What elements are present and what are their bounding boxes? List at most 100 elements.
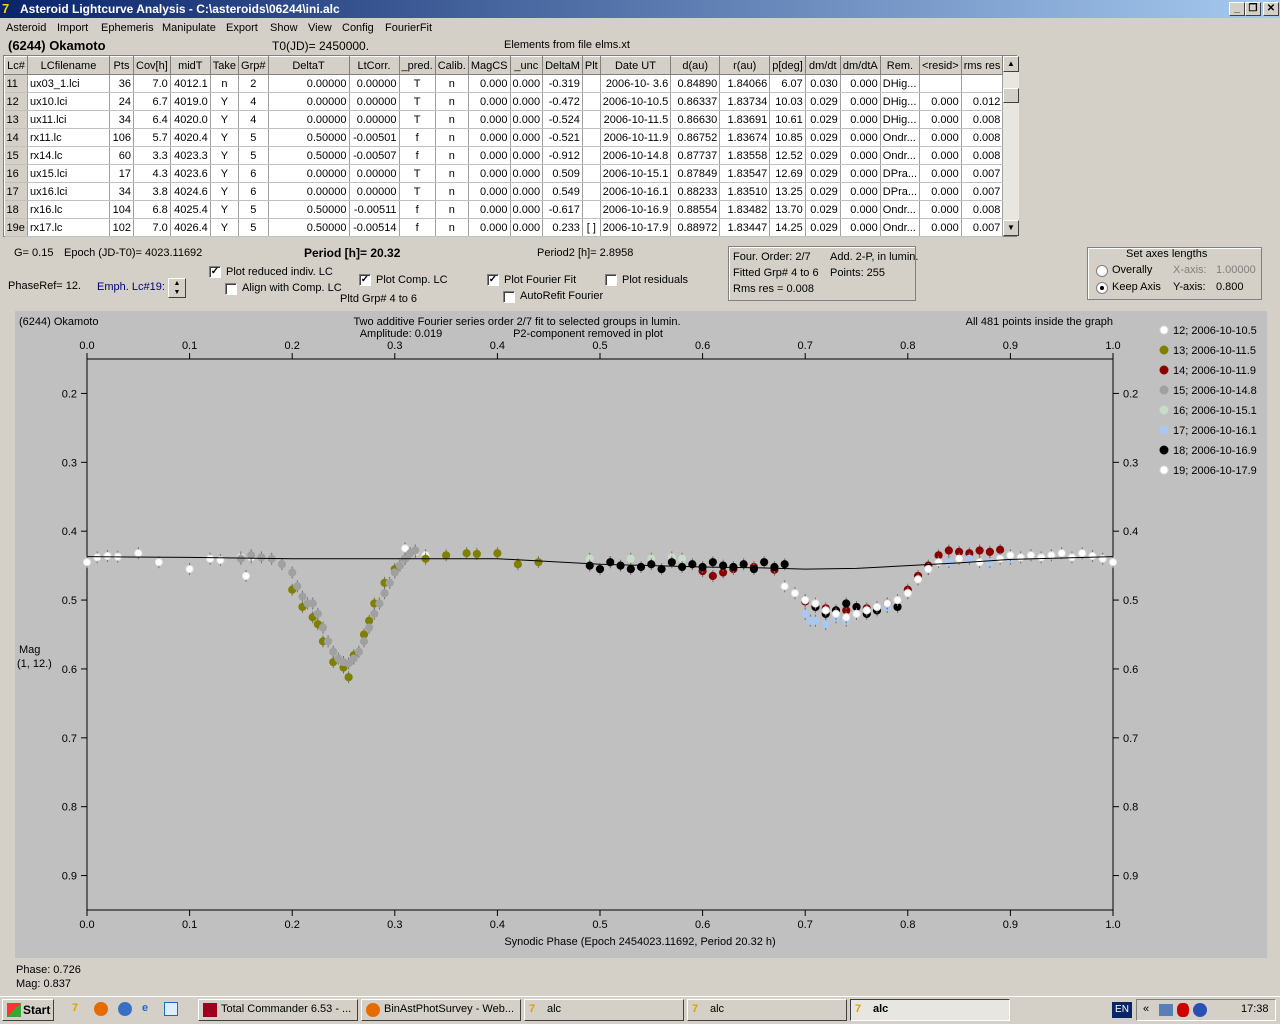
table-cell[interactable]	[961, 74, 1004, 93]
table-cell[interactable]: 1.83734	[719, 92, 771, 111]
column-header[interactable]: _unc	[509, 56, 544, 75]
table-cell[interactable]: 0.00000	[268, 182, 350, 201]
table-cell[interactable]: 6.07	[769, 74, 806, 93]
table-cell[interactable]: 4026.4	[170, 218, 211, 237]
table-cell[interactable]: -0.00501	[349, 128, 400, 147]
table-cell[interactable]	[582, 164, 601, 183]
table-cell[interactable]: 104	[109, 200, 134, 219]
table-cell[interactable]: 12.69	[769, 164, 806, 183]
table-cell[interactable]: 7.0	[133, 218, 171, 237]
table-cell[interactable]: 0.00000	[268, 110, 350, 129]
table-cell[interactable]: 0.030	[805, 74, 841, 93]
table-cell[interactable]: 0.50000	[268, 128, 350, 147]
table-cell[interactable]: T	[399, 164, 436, 183]
table-cell[interactable]: 0.000	[468, 128, 511, 147]
table-row[interactable]: 14 rx11.lc 106 5.7 4020.4 Y 5 0.50000 -0.00501 f n…	[4, 128, 1004, 147]
column-header[interactable]: LtCorr.	[348, 56, 400, 75]
table-cell[interactable]: 2006-10-11.9	[600, 128, 672, 147]
table-cell[interactable]: 0.000	[919, 182, 962, 201]
table-cell[interactable]: 0.86752	[670, 128, 721, 147]
table-cell[interactable]: 0.029	[805, 218, 841, 237]
table-cell[interactable]: 0.00000	[349, 110, 400, 129]
table-cell[interactable]: 0.000	[919, 128, 962, 147]
table-cell[interactable]: 4020.4	[170, 128, 211, 147]
table-cell[interactable]: n	[435, 182, 469, 201]
menu-fourierfit[interactable]: FourierFit	[385, 22, 432, 34]
table-cell[interactable]: 0.000	[919, 164, 962, 183]
table-cell[interactable]: ux10.lci	[27, 92, 110, 111]
table-cell[interactable]: n	[435, 200, 469, 219]
table-cell[interactable]: 0.000	[510, 218, 544, 237]
column-header[interactable]: <resid>	[919, 56, 962, 75]
task-alc-2[interactable]: 7 alc	[687, 999, 847, 1021]
table-cell[interactable]: -0.524	[542, 110, 583, 129]
table-cell[interactable]: 0.00000	[268, 74, 350, 93]
table-cell[interactable]: 2006-10-17.9	[600, 218, 672, 237]
table-cell[interactable]: 0.000	[510, 92, 544, 111]
row-header[interactable]: 13	[4, 110, 28, 129]
firefox-icon[interactable]	[94, 1002, 108, 1016]
column-header[interactable]: DeltaM	[542, 56, 583, 75]
task-alc-3[interactable]: 7 alc	[850, 999, 1010, 1021]
start-button[interactable]: Start	[2, 999, 54, 1021]
table-cell[interactable]: 10.85	[769, 128, 806, 147]
table-cell[interactable]: 34	[109, 110, 134, 129]
overally-radio[interactable]	[1096, 265, 1108, 277]
table-cell[interactable]: 4	[238, 110, 269, 129]
table-cell[interactable]: -0.00507	[349, 146, 400, 165]
table-cell[interactable]: 0.000	[510, 74, 544, 93]
table-cell[interactable]: 12.52	[769, 146, 806, 165]
table-cell[interactable]: -0.617	[542, 200, 583, 219]
table-cell[interactable]: 0.029	[805, 146, 841, 165]
close-button[interactable]: ✕	[1263, 2, 1279, 16]
table-cell[interactable]: 0.000	[840, 128, 881, 147]
column-header[interactable]: Rem.	[879, 56, 921, 75]
table-cell[interactable]: 0.000	[510, 164, 544, 183]
table-cell[interactable]: 5.7	[133, 128, 171, 147]
column-header[interactable]: Calib.	[434, 56, 469, 75]
table-cell[interactable]: rx14.lc	[27, 146, 110, 165]
column-header[interactable]: rms res	[960, 56, 1004, 75]
table-cell[interactable]: 0.509	[542, 164, 583, 183]
table-cell[interactable]: 0.000	[468, 218, 511, 237]
table-row[interactable]: 12 ux10.lci 24 6.7 4019.0 Y 4 0.00000 0.00000 Tn 0…	[4, 92, 1004, 111]
table-cell[interactable]: 4	[238, 92, 269, 111]
table-cell[interactable]: 0.000	[510, 146, 544, 165]
table-cell[interactable]: -0.472	[542, 92, 583, 111]
table-cell[interactable]: -0.521	[542, 128, 583, 147]
table-cell[interactable]: 4012.1	[170, 74, 211, 93]
table-cell[interactable]: 5	[238, 146, 269, 165]
table-cell[interactable]: 0.86630	[670, 110, 721, 129]
table-cell[interactable]: 0.00000	[268, 92, 350, 111]
column-header[interactable]: r(au)	[719, 56, 771, 75]
table-cell[interactable]: -0.00514	[349, 218, 400, 237]
table-scrollbar[interactable]: ▲ ▼	[1003, 56, 1019, 236]
table-cell[interactable]: 5	[238, 200, 269, 219]
menu-asteroid[interactable]: Asteroid	[6, 22, 46, 34]
table-cell[interactable]: Y	[210, 164, 240, 183]
table-row[interactable]: 15 rx14.lc 60 3.3 4023.3 Y 5 0.50000 -0.00507 f n 0…	[4, 146, 1004, 165]
task-browser[interactable]: BinAstPhotSurvey - Web...	[361, 999, 521, 1021]
table-cell[interactable]: Y	[210, 182, 240, 201]
table-cell[interactable]: 0.50000	[268, 200, 350, 219]
table-cell[interactable]: ux16.lci	[27, 182, 110, 201]
lightcurve-graph[interactable]: 0.0 0.0 0.1 0.1 0.2 0.2 0.3 0.3 0.4 0.4 0.5 0.5 0.6 0…	[15, 311, 1267, 958]
table-cell[interactable]: 0.84890	[670, 74, 721, 93]
column-header[interactable]: Take	[209, 56, 240, 75]
minimize-button[interactable]: _	[1229, 2, 1245, 16]
row-header[interactable]: 16	[4, 164, 28, 183]
table-cell[interactable]: DPra...	[880, 182, 921, 201]
column-header[interactable]: LCfilename	[27, 56, 110, 75]
table-cell[interactable]: n	[435, 74, 469, 93]
table-cell[interactable]: -0.912	[542, 146, 583, 165]
table-cell[interactable]: 0.007	[961, 182, 1004, 201]
table-cell[interactable]: ux11.lci	[27, 110, 110, 129]
table-row[interactable]: 16 ux15.lci 17 4.3 4023.6 Y 6 0.00000 0.00000 Tn 0…	[4, 164, 1004, 183]
xaxis-value[interactable]: 1.00000	[1216, 264, 1256, 276]
task-alc-1[interactable]: 7 alc	[524, 999, 684, 1021]
table-cell[interactable]: 0.000	[510, 128, 544, 147]
table-cell[interactable]: 17	[109, 164, 134, 183]
table-cell[interactable]: 6	[238, 182, 269, 201]
table-cell[interactable]: 10.61	[769, 110, 806, 129]
table-cell[interactable]: 0.88972	[670, 218, 721, 237]
